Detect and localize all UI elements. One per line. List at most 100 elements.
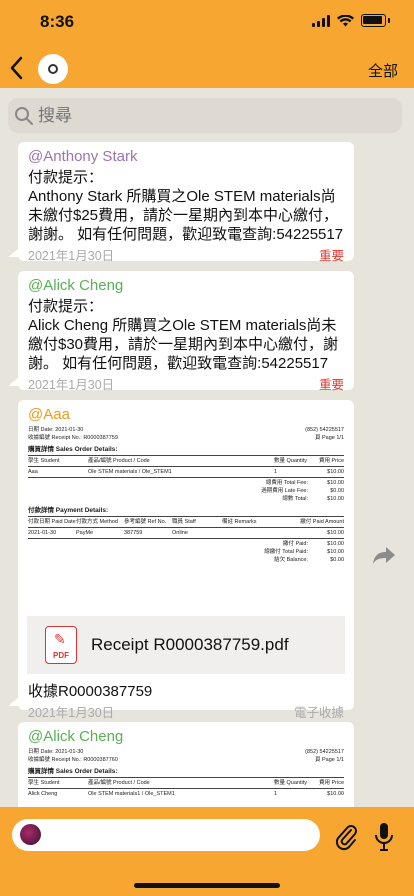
balance-value: $0.00 <box>330 557 344 563</box>
divider <box>28 455 344 456</box>
total-row: 總數 Total: $10.00 <box>28 495 344 503</box>
table-row: 2021-01-30 PayMe 387759 Online $10.00 <box>28 529 344 537</box>
table-cell: 1 <box>274 469 278 475</box>
table-cell: 1 <box>274 791 278 797</box>
table-header: 產品/編號 Product / Code <box>88 458 150 464</box>
table-cell <box>222 529 296 537</box>
sales-title: 購買詳情 Sales Order Details: <box>28 446 118 453</box>
bubble-tail <box>8 378 18 386</box>
receipt-header-row: 收據編號 Receipt No.: R0000387759 頁 Page 1/1 <box>28 434 344 442</box>
important-tag: 重要 <box>318 378 344 392</box>
pdf-attachment[interactable]: ✎ PDF Receipt R0000387759.pdf <box>27 616 345 674</box>
paid-row: 繳付 Paid: $10.00 <box>28 540 344 548</box>
message-bubble[interactable]: @Aaa 日期 Date: 2021-01-30 (852) 54225517 … <box>8 400 354 720</box>
divider <box>28 516 344 517</box>
pdf-icon-label: PDF <box>53 651 69 660</box>
top-bar: 8:36 全部 <box>0 0 414 88</box>
receipt-header-row: 收據編號 Receipt No.: R0000387760 頁 Page 1/1 <box>28 756 344 764</box>
bubble-tail <box>8 249 18 257</box>
receipt-date: 日期 Date: 2021-01-30 <box>28 749 84 755</box>
table-header: 學生 Student <box>28 780 60 786</box>
receipt-page: 頁 Page 1/1 <box>314 435 344 441</box>
balance-row: 結欠 Balance: $0.00 <box>28 556 344 564</box>
table-row: Aaa Ole STEM materials / Ole_STEM1 1 $10… <box>28 468 344 476</box>
total-fee-row: 總費用 Total Fee: $10.00 <box>28 479 344 487</box>
table-header: 參考編號 Ref No. <box>124 519 167 525</box>
battery-icon <box>361 14 386 27</box>
message-bubble[interactable]: @Alick Cheng 付款提示： Alick Cheng 所購買之Ole S… <box>8 271 354 392</box>
paid-value: $10.00 <box>327 541 344 547</box>
microphone-icon[interactable] <box>374 821 394 853</box>
table-header: 付款日期 Paid Date <box>28 519 76 525</box>
table-cell: $10.00 <box>327 469 344 475</box>
table-header: 數量 Quantity <box>274 458 308 464</box>
total-paid-row: 總繳付 Total Paid: $10.00 <box>28 548 344 556</box>
balance-label: 結欠 Balance: <box>274 557 308 563</box>
total-paid-value: $10.00 <box>327 549 344 555</box>
sales-header-row: 學生 Student 產品/編號 Product / Code 數量 Quant… <box>28 779 344 787</box>
receipt-number: 收據編號 Receipt No.: R0000387759 <box>28 435 118 441</box>
divider <box>28 466 344 467</box>
divider <box>28 538 344 539</box>
table-cell: PayMe <box>76 530 94 536</box>
message-bubble[interactable]: @Anthony Stark 付款提示： Anthony Stark 所購買之O… <box>8 142 354 263</box>
search-icon <box>15 107 33 125</box>
table-cell: Ole STEM materials / Ole_STEM1 <box>88 469 172 475</box>
divider <box>28 527 344 528</box>
paid-label: 繳付 Paid: <box>282 541 308 547</box>
receipt-preview[interactable]: 日期 Date: 2021-01-30 (852) 54225517 收據編號 … <box>28 426 344 616</box>
message-sender: @Anthony Stark <box>28 148 138 165</box>
receipt-phone: (852) 54225517 <box>305 749 344 755</box>
back-chevron-icon[interactable] <box>6 54 28 82</box>
divider <box>28 777 344 778</box>
total-fee-label: 總費用 Total Fee: <box>265 480 308 486</box>
message-sender: @Alick Cheng <box>28 728 124 745</box>
table-header: 數量 Quantity <box>274 780 308 786</box>
attachment-file-name: Receipt R0000387759.pdf <box>91 635 289 654</box>
table-header: 費用 Price <box>318 780 344 786</box>
important-tag: 重要 <box>318 249 344 263</box>
message-meta: 2021年1月30日 重要 <box>28 246 344 266</box>
sales-title: 購買詳情 Sales Order Details: <box>28 768 118 775</box>
table-header: 繳付 Paid Amount <box>300 519 344 525</box>
paperclip-icon[interactable] <box>334 821 358 851</box>
total-value: $10.00 <box>327 496 344 502</box>
total-paid-label: 總繳付 Total Paid: <box>264 549 308 555</box>
channel-logo[interactable] <box>38 54 68 84</box>
acrobat-icon: ✎ <box>54 631 66 647</box>
table-cell: Online <box>172 530 188 536</box>
total-fee-value: $10.00 <box>327 480 344 486</box>
total-label: 總數 Total: <box>282 496 308 502</box>
message-title: 付款提示： <box>28 298 104 315</box>
message-sender: @Aaa <box>28 406 70 423</box>
late-fee-label: 過期費用 Late Fee: <box>261 488 308 494</box>
message-date: 2021年1月30日 <box>28 249 115 263</box>
avatar[interactable] <box>20 824 41 845</box>
forward-icon[interactable] <box>372 545 396 565</box>
table-cell: Ole STEM materials1 / Ole_STEM1 <box>88 791 175 797</box>
table-cell: $10.00 <box>327 530 344 536</box>
message-input[interactable] <box>12 819 320 851</box>
search-bar[interactable] <box>8 98 402 133</box>
divider <box>28 788 344 789</box>
table-row: Alick Cheng Ole STEM materials1 / Ole_ST… <box>28 790 344 798</box>
late-fee-value: $0.00 <box>330 488 344 494</box>
bubble-tail <box>8 698 18 706</box>
message-sender: @Alick Cheng <box>28 277 124 294</box>
receipt-date: 日期 Date: 2021-01-30 <box>28 427 84 433</box>
receipt-header-row: 日期 Date: 2021-01-30 (852) 54225517 <box>28 748 344 756</box>
status-icons <box>312 14 390 27</box>
status-time: 8:36 <box>40 12 75 31</box>
receipt-header-row: 日期 Date: 2021-01-30 (852) 54225517 <box>28 426 344 434</box>
table-cell: $10.00 <box>327 791 344 797</box>
home-indicator <box>134 883 280 888</box>
table-header: 付款方式 Method <box>76 519 118 525</box>
signal-icon <box>312 14 330 27</box>
all-filter-button[interactable]: 全部 <box>368 60 398 81</box>
receipt-number: 收據編號 Receipt No.: R0000387760 <box>28 757 118 763</box>
message-body: Alick Cheng 所購買之Ole STEM materials尚未繳付$3… <box>28 317 339 372</box>
table-cell: Alick Cheng <box>28 791 58 797</box>
message-body: Anthony Stark 所購買之Ole STEM materials尚未繳付… <box>28 188 344 243</box>
table-header: 職員 Staff <box>172 519 196 525</box>
search-input[interactable] <box>38 98 388 133</box>
